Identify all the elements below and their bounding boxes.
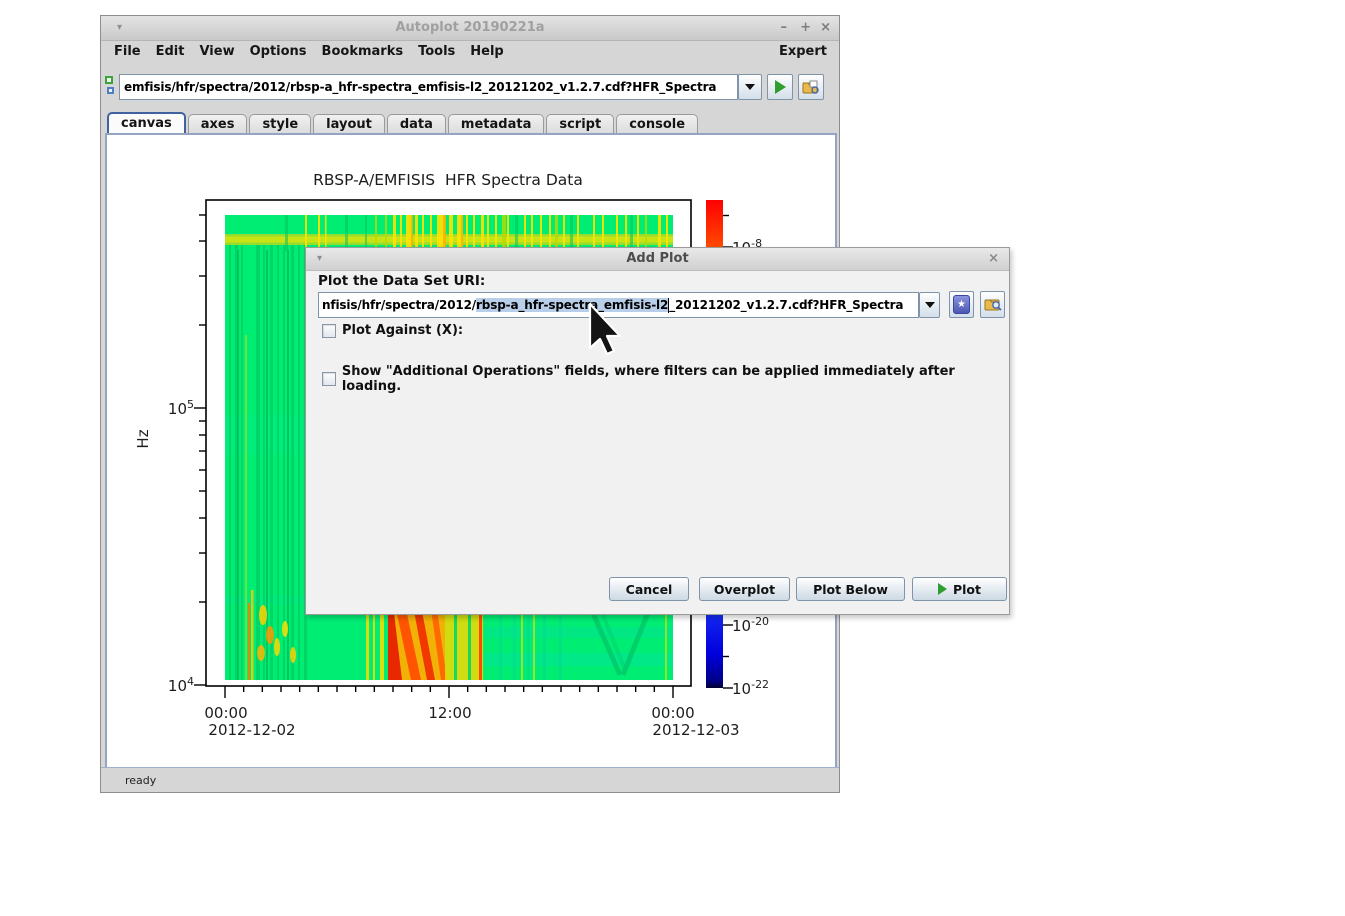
- uri-text-post: _20121202_v1.2.7.cdf?HFR_Spectra: [669, 298, 904, 312]
- plot-layer-icon[interactable]: [105, 76, 117, 98]
- plot-against-row: Plot Against (X):: [322, 323, 463, 338]
- menu-view[interactable]: View: [199, 44, 234, 59]
- dialog-inspect-button[interactable]: ★: [949, 291, 974, 318]
- menu-tools[interactable]: Tools: [418, 44, 455, 59]
- overplot-button[interactable]: Overplot: [699, 577, 790, 601]
- minimize-button[interactable]: –: [781, 20, 788, 35]
- colorbar-tick-label: 10-20: [732, 615, 770, 635]
- dialog-button-row: Cancel Overplot Plot Below Plot: [306, 577, 1009, 602]
- uri-dropdown-button[interactable]: [738, 74, 762, 100]
- star-badge-icon: ★: [953, 295, 970, 314]
- plot-below-button[interactable]: Plot Below: [796, 577, 905, 601]
- maximize-button[interactable]: +: [800, 20, 811, 35]
- dialog-title: Add Plot: [626, 251, 689, 266]
- dialog-file-browse-button[interactable]: [980, 291, 1005, 318]
- desktop: ▾ Autoplot 20190221a – + × File Edit Vie…: [0, 0, 1345, 916]
- window-title: Autoplot 20190221a: [395, 20, 545, 35]
- uri-text-pre: nfisis/hfr/spectra/2012/: [322, 298, 477, 312]
- colorbar-tick-label: 10-22: [732, 678, 770, 698]
- chevron-down-icon: [924, 302, 935, 308]
- dataset-uri-label: Plot the Data Set URI:: [318, 273, 486, 289]
- play-icon: [937, 583, 947, 595]
- x-date-label: 2012-12-02: [208, 721, 296, 739]
- tabstrip: canvas axes style layout data metadata s…: [101, 112, 839, 133]
- folder-search-icon: [984, 299, 1002, 311]
- go-plot-button[interactable]: [767, 74, 793, 100]
- show-operations-row: Show "Additional Operations" fields, whe…: [322, 364, 1009, 394]
- file-browse-button[interactable]: [798, 74, 824, 100]
- layer-green-square-icon: [105, 76, 113, 84]
- expert-mode-label[interactable]: Expert: [779, 44, 839, 59]
- plot-against-label: Plot Against (X):: [342, 323, 464, 338]
- tab-canvas[interactable]: canvas: [107, 112, 186, 133]
- uri-toolbar: [101, 61, 839, 112]
- play-icon: [774, 80, 786, 94]
- x-tick-label: 00:00: [204, 704, 248, 722]
- x-tick-label: 12:00: [428, 704, 472, 722]
- dialog-uri-dropdown-button[interactable]: [919, 292, 940, 318]
- chevron-down-icon: [745, 84, 755, 90]
- tab-metadata[interactable]: metadata: [447, 114, 545, 133]
- tab-script[interactable]: script: [546, 114, 615, 133]
- dialog-close-button[interactable]: ×: [988, 251, 999, 266]
- menu-help[interactable]: Help: [470, 44, 503, 59]
- status-bar: ready: [101, 767, 839, 792]
- cancel-button[interactable]: Cancel: [609, 577, 689, 601]
- y-axis-label: Hz: [134, 429, 152, 449]
- tab-layout[interactable]: layout: [313, 114, 385, 133]
- menu-edit[interactable]: Edit: [156, 44, 185, 59]
- menu-options[interactable]: Options: [250, 44, 307, 59]
- show-operations-label: Show "Additional Operations" fields, whe…: [341, 364, 955, 394]
- y-tick-label: 105: [167, 398, 194, 418]
- y-tick-label: 104: [167, 675, 194, 695]
- tab-data[interactable]: data: [386, 114, 446, 133]
- status-text: ready: [125, 773, 157, 787]
- mouse-cursor: [588, 302, 622, 356]
- show-operations-checkbox[interactable]: [322, 372, 336, 386]
- layer-blue-square-icon: [107, 87, 114, 94]
- window-titlebar[interactable]: ▾ Autoplot 20190221a – + ×: [101, 16, 839, 41]
- plot-button[interactable]: Plot: [912, 577, 1007, 601]
- menu-file[interactable]: File: [114, 44, 141, 59]
- tab-axes[interactable]: axes: [187, 114, 248, 133]
- menubar: File Edit View Options Bookmarks Tools H…: [101, 41, 839, 61]
- uri-text-selected: rbsp-a_hfr-spectra_emfisis-l2: [476, 298, 669, 312]
- dialog-titlebar[interactable]: ▾ Add Plot ×: [306, 248, 1009, 271]
- uri-input[interactable]: [119, 74, 738, 100]
- menu-bookmarks[interactable]: Bookmarks: [322, 44, 404, 59]
- plot-against-checkbox[interactable]: [322, 323, 336, 338]
- tab-console[interactable]: console: [616, 114, 699, 133]
- folder-icon: [802, 80, 819, 94]
- add-plot-dialog: ▾ Add Plot × Plot the Data Set URI: nfis…: [305, 247, 1010, 615]
- x-tick-label: 00:00: [651, 704, 695, 722]
- tab-style[interactable]: style: [249, 114, 312, 133]
- x-date-label: 2012-12-03: [652, 721, 740, 739]
- close-button[interactable]: ×: [820, 20, 831, 35]
